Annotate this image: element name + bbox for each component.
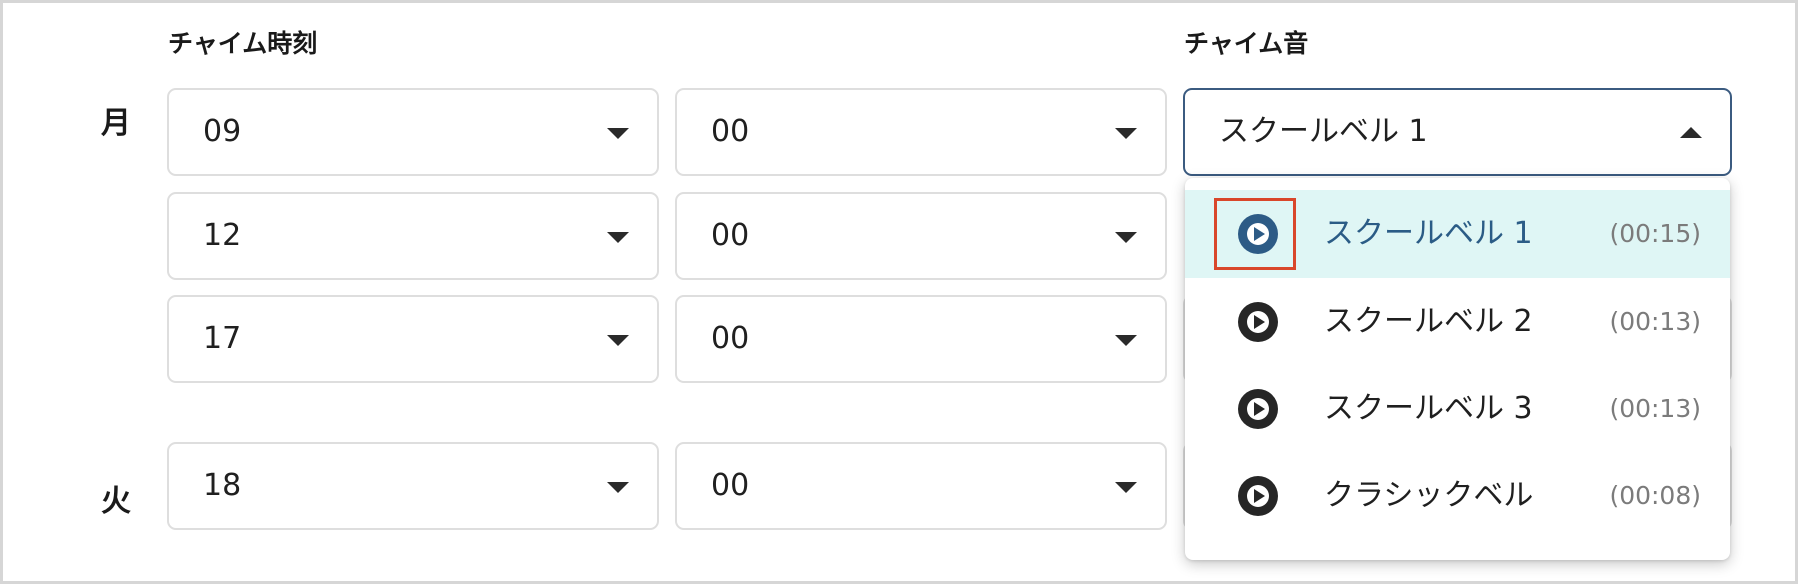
sound-option-name: クラシックベル bbox=[1324, 478, 1534, 513]
sound-option-name: スクールベル 3 bbox=[1324, 391, 1533, 426]
chevron-down-icon bbox=[1115, 335, 1137, 346]
chime-sound-dropdown-menu: スクールベル 1 (00:15) スクールベル 2 (00:13) スクールベル… bbox=[1185, 178, 1730, 560]
chevron-down-icon bbox=[1115, 482, 1137, 493]
sound-option-name: スクールベル 2 bbox=[1324, 304, 1533, 339]
minute-value: 00 bbox=[711, 468, 750, 503]
sound-option[interactable]: スクールベル 1 (00:15) bbox=[1185, 190, 1730, 278]
play-circle-icon[interactable] bbox=[1238, 214, 1278, 254]
sound-option[interactable]: スクールベル 2 (00:13) bbox=[1185, 278, 1730, 366]
chime-sound-header: チャイム音 bbox=[1184, 29, 1309, 58]
hour-select[interactable]: 17 bbox=[167, 295, 659, 383]
minute-select[interactable]: 00 bbox=[675, 295, 1167, 383]
hour-select[interactable]: 18 bbox=[167, 442, 659, 530]
sound-option[interactable]: クラシックベル (00:08) bbox=[1185, 452, 1730, 540]
minute-value: 00 bbox=[711, 114, 750, 149]
chevron-down-icon bbox=[607, 232, 629, 243]
sound-option[interactable]: スクールベル 3 (00:13) bbox=[1185, 365, 1730, 453]
hour-value: 18 bbox=[203, 468, 242, 503]
chime-sound-select[interactable]: スクールベル 1 bbox=[1183, 88, 1732, 176]
minute-select[interactable]: 00 bbox=[675, 88, 1167, 176]
day-label-tuesday: 火 bbox=[101, 484, 131, 519]
chevron-down-icon bbox=[607, 335, 629, 346]
chevron-down-icon bbox=[1115, 232, 1137, 243]
hour-value: 12 bbox=[203, 218, 242, 253]
play-circle-icon[interactable] bbox=[1238, 389, 1278, 429]
sound-option-name: スクールベル 1 bbox=[1324, 216, 1533, 251]
sound-option-duration: (00:08) bbox=[1609, 481, 1701, 510]
hour-select[interactable]: 12 bbox=[167, 192, 659, 280]
sound-option-duration: (00:13) bbox=[1609, 307, 1701, 336]
hour-value: 09 bbox=[203, 114, 242, 149]
chevron-down-icon bbox=[1115, 128, 1137, 139]
chevron-down-icon bbox=[607, 482, 629, 493]
minute-value: 00 bbox=[711, 321, 750, 356]
sound-option-duration: (00:13) bbox=[1609, 394, 1701, 423]
hour-select[interactable]: 09 bbox=[167, 88, 659, 176]
hour-value: 17 bbox=[203, 321, 242, 356]
minute-select[interactable]: 00 bbox=[675, 192, 1167, 280]
chevron-up-icon bbox=[1680, 127, 1702, 138]
chevron-down-icon bbox=[607, 128, 629, 139]
chime-time-header: チャイム時刻 bbox=[168, 29, 318, 58]
minute-select[interactable]: 00 bbox=[675, 442, 1167, 530]
minute-value: 00 bbox=[711, 218, 750, 253]
day-label-monday: 月 bbox=[101, 106, 131, 141]
play-circle-icon[interactable] bbox=[1238, 476, 1278, 516]
chime-sound-value: スクールベル 1 bbox=[1219, 114, 1428, 149]
sound-option-duration: (00:15) bbox=[1609, 219, 1701, 248]
play-circle-icon[interactable] bbox=[1238, 302, 1278, 342]
